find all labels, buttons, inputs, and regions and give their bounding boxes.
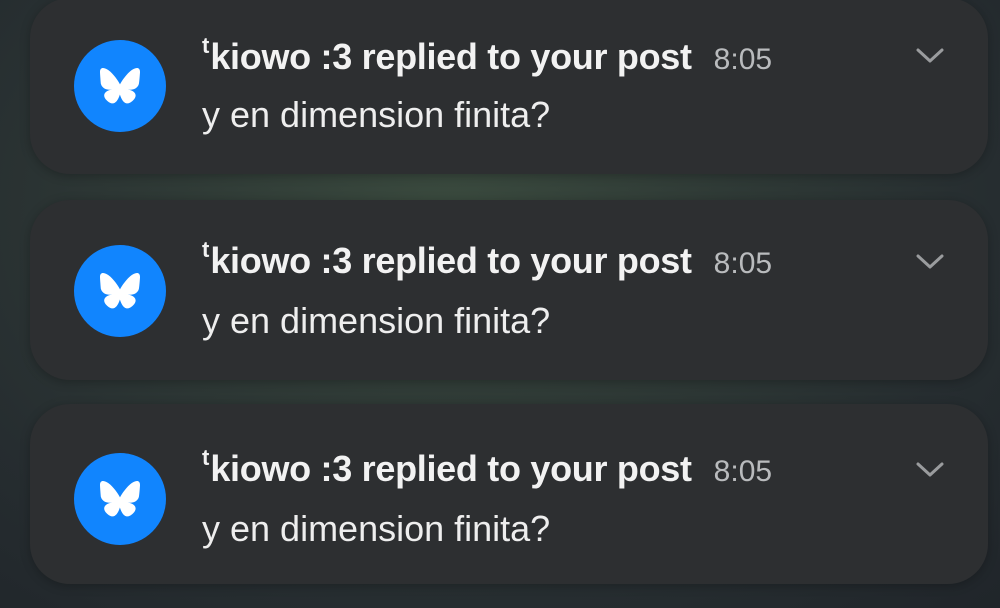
notification-body: y en dimension finita? [202, 508, 551, 549]
notification-header: t kiowo :3 replied to your post 8:05 [202, 33, 773, 78]
expand-button[interactable] [912, 44, 948, 68]
notification-title: kiowo :3 replied to your post [210, 448, 692, 489]
app-avatar [74, 40, 166, 132]
expand-button[interactable] [912, 250, 948, 274]
sender-prefix: t [202, 33, 210, 58]
notification-card[interactable]: t kiowo :3 replied to your post 8:05 y e… [30, 0, 988, 174]
chevron-down-icon [916, 254, 944, 269]
chevron-down-icon [916, 462, 944, 477]
notification-card[interactable]: t kiowo :3 replied to your post 8:05 y e… [30, 200, 988, 380]
notification-time: 8:05 [713, 247, 773, 280]
notification-title: kiowo :3 replied to your post [210, 240, 692, 281]
app-avatar [74, 245, 166, 337]
chevron-down-icon [916, 48, 944, 63]
notification-header: t kiowo :3 replied to your post 8:05 [202, 445, 773, 490]
notification-header: t kiowo :3 replied to your post 8:05 [202, 237, 773, 282]
notification-time: 8:05 [713, 43, 773, 76]
sender-prefix: t [202, 445, 210, 470]
notification-title: kiowo :3 replied to your post [210, 36, 692, 77]
expand-button[interactable] [912, 458, 948, 482]
notification-time: 8:05 [713, 455, 773, 488]
butterfly-icon [100, 273, 140, 309]
notification-body: y en dimension finita? [202, 300, 551, 341]
notification-card[interactable]: t kiowo :3 replied to your post 8:05 y e… [30, 404, 988, 584]
sender-prefix: t [202, 237, 210, 262]
butterfly-icon [100, 481, 140, 517]
notification-body: y en dimension finita? [202, 94, 551, 135]
app-avatar [74, 453, 166, 545]
notification-stack: t kiowo :3 replied to your post 8:05 y e… [0, 0, 1000, 608]
butterfly-icon [100, 68, 140, 104]
